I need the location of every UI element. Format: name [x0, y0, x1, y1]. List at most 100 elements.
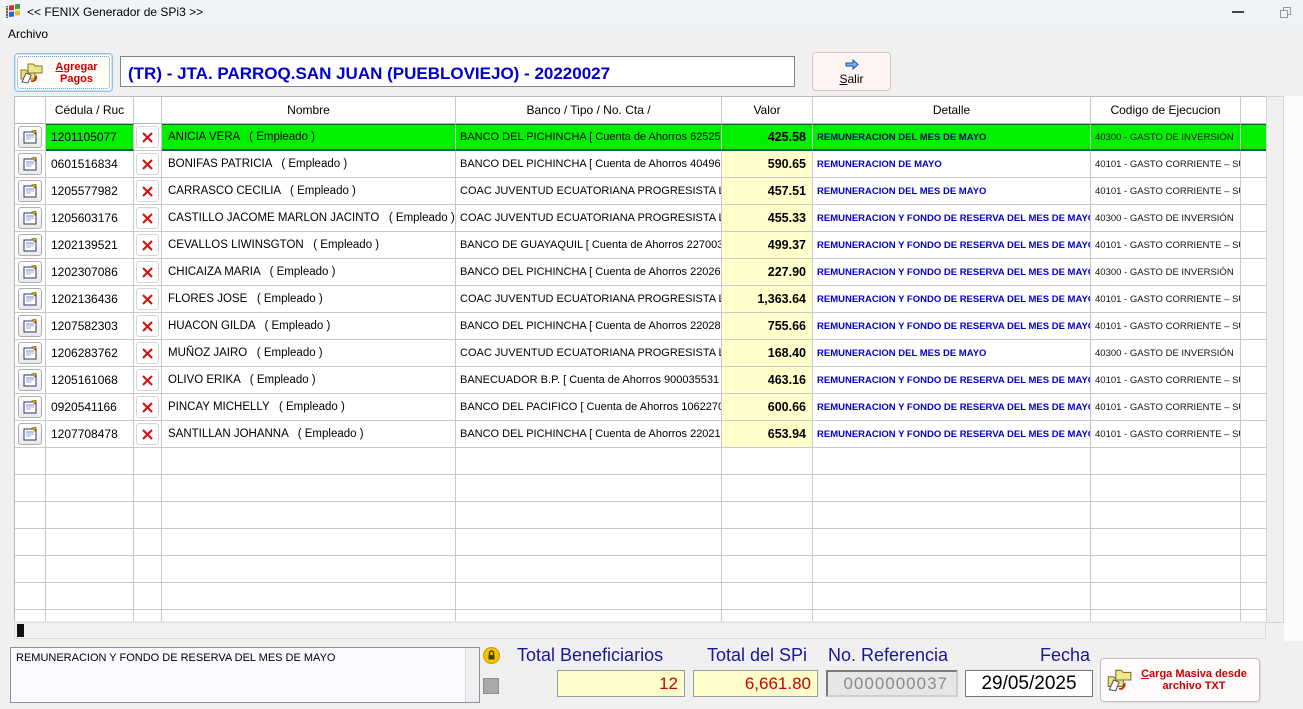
edit-row-button[interactable] [18, 153, 42, 175]
salir-button[interactable]: Salir [812, 52, 891, 91]
table-row[interactable]: 1206283762 MUÑOZ JAIRO ( Empleado ) COAC… [15, 340, 1266, 367]
agregar-pagos-label: AgregarPagos [44, 61, 109, 85]
cell-nombre: CARRASCO CECILIA ( Empleado ) [162, 178, 456, 205]
cell-detalle: REMUNERACION Y FONDO DE RESERVA DEL MES … [813, 421, 1091, 448]
header-nombre: Nombre [162, 97, 456, 124]
edit-row-button[interactable] [18, 126, 42, 148]
cell-codigo: 40101 - GASTO CORRIENTE – SUELDOS [1091, 178, 1241, 205]
cell-codigo: 40300 - GASTO DE INVERSIÓN [1091, 124, 1241, 151]
delete-row-button[interactable] [136, 423, 159, 445]
cell-detalle: REMUNERACION DEL MES DE MAYO [813, 124, 1091, 151]
cell-nombre: FLORES JOSE ( Empleado ) [162, 286, 456, 313]
carga-masiva-button[interactable]: Carga Masiva desdearchivo TXT [1100, 658, 1260, 702]
empty-table-row[interactable] [15, 448, 1266, 475]
cell-cedula: 1201105077 [46, 124, 134, 151]
gray-square-button[interactable] [483, 678, 499, 694]
edit-row-button[interactable] [18, 234, 42, 256]
table-row[interactable]: 0920541166 PINCAY MICHELLY ( Empleado ) … [15, 394, 1266, 421]
total-beneficiarios-field[interactable]: 12 [557, 670, 685, 697]
edit-row-button[interactable] [18, 342, 42, 364]
horizontal-scrollbar[interactable] [14, 622, 1266, 639]
cell-stub [1241, 205, 1266, 232]
cell-banco: BANCO DEL PACIFICO [ Cuenta de Ahorros 1… [456, 394, 722, 421]
empty-table-row[interactable] [15, 610, 1266, 621]
table-row[interactable]: 1205603176 CASTILLO JACOME MARLON JACINT… [15, 205, 1266, 232]
delete-row-button[interactable] [136, 315, 159, 337]
minimize-button[interactable] [1228, 7, 1248, 17]
entity-title-field[interactable] [120, 56, 795, 87]
edit-row-button[interactable] [18, 369, 42, 391]
total-spi-field[interactable]: 6,661.80 [693, 670, 818, 697]
delete-row-button[interactable] [136, 342, 159, 364]
delete-x-icon [141, 347, 154, 360]
cell-cedula: 1202307086 [46, 259, 134, 286]
edit-row-button[interactable] [18, 261, 42, 283]
table-row[interactable]: 1201105077 ANICIA VERA ( Empleado ) BANC… [15, 124, 1266, 151]
detalle-text: REMUNERACION Y FONDO DE RESERVA DEL MES … [16, 652, 335, 664]
table-row[interactable]: 1205577982 CARRASCO CECILIA ( Empleado )… [15, 178, 1266, 205]
cell-cedula: 1202136436 [46, 286, 134, 313]
edit-row-button[interactable] [18, 288, 42, 310]
menu-archivo[interactable]: Archivo [0, 24, 56, 44]
edit-row-button[interactable] [18, 396, 42, 418]
edit-row-button[interactable] [18, 207, 42, 229]
salir-label: Salir [839, 72, 863, 86]
cell-nombre: OLIVO ERIKA ( Empleado ) [162, 367, 456, 394]
horizontal-scrollbar-thumb[interactable] [17, 624, 24, 637]
delete-row-button[interactable] [136, 207, 159, 229]
edit-row-button[interactable] [18, 423, 42, 445]
empty-table-row[interactable] [15, 529, 1266, 556]
vertical-scrollbar[interactable] [1266, 96, 1284, 623]
cell-nombre: PINCAY MICHELLY ( Empleado ) [162, 394, 456, 421]
delete-x-icon [141, 428, 154, 441]
fecha-field[interactable]: 29/05/2025 [965, 670, 1093, 697]
cell-stub [1241, 286, 1266, 313]
lock-icon[interactable] [483, 647, 500, 664]
delete-row-button[interactable] [136, 369, 159, 391]
agregar-pagos-button[interactable]: AgregarPagos [14, 53, 113, 92]
delete-row-button[interactable] [136, 153, 159, 175]
cell-nombre: CASTILLO JACOME MARLON JACINTO ( Emplead… [162, 205, 456, 232]
header-detalle: Detalle [813, 97, 1091, 124]
delete-row-button[interactable] [136, 396, 159, 418]
table-row[interactable]: 1205161068 OLIVO ERIKA ( Empleado ) BANE… [15, 367, 1266, 394]
header-banco: Banco / Tipo / No. Cta / [456, 97, 722, 124]
delete-row-button[interactable] [136, 234, 159, 256]
edit-row-button[interactable] [18, 315, 42, 337]
empty-table-row[interactable] [15, 502, 1266, 529]
detalle-scrollbar[interactable] [465, 648, 479, 702]
detalle-textbox[interactable]: REMUNERACION Y FONDO DE RESERVA DEL MES … [10, 647, 480, 703]
app-logo-icon [5, 4, 21, 20]
delete-row-button[interactable] [136, 261, 159, 283]
table-row[interactable]: 1207582303 HUACON GILDA ( Empleado ) BAN… [15, 313, 1266, 340]
delete-row-button[interactable] [136, 180, 159, 202]
table-row[interactable]: 1202139521 CEVALLOS LIWINSGTON ( Emplead… [15, 232, 1266, 259]
cell-cedula: 1205603176 [46, 205, 134, 232]
table-row[interactable]: 1202136436 FLORES JOSE ( Empleado ) COAC… [15, 286, 1266, 313]
table-row[interactable]: 0601516834 BONIFAS PATRICIA ( Empleado )… [15, 151, 1266, 178]
cell-valor: 755.66 [722, 313, 813, 340]
cell-codigo: 40300 - GASTO DE INVERSIÓN [1091, 205, 1241, 232]
table-row[interactable]: 1202307086 CHICAIZA MARIA ( Empleado ) B… [15, 259, 1266, 286]
cell-codigo: 40300 - GASTO DE INVERSIÓN [1091, 259, 1241, 286]
cell-nombre: ANICIA VERA ( Empleado ) [162, 124, 456, 151]
cell-detalle: REMUNERACION DE MAYO [813, 151, 1091, 178]
add-payments-folders-icon [18, 61, 44, 85]
table-row[interactable]: 1207708478 SANTILLAN JOHANNA ( Empleado … [15, 421, 1266, 448]
cell-nombre: CHICAIZA MARIA ( Empleado ) [162, 259, 456, 286]
table-header-row: Cédula / Ruc Nombre Banco / Tipo / No. C… [15, 97, 1266, 124]
delete-row-button[interactable] [136, 288, 159, 310]
referencia-field: 0000000037 [826, 670, 958, 697]
cell-banco: COAC JUVENTUD ECUATORIANA PROGRESISTA LT… [456, 286, 722, 313]
header-cedula: Cédula / Ruc [46, 97, 134, 124]
empty-table-row[interactable] [15, 475, 1266, 502]
edit-form-icon [23, 238, 37, 252]
delete-x-icon [141, 320, 154, 333]
edit-row-button[interactable] [18, 180, 42, 202]
empty-table-row[interactable] [15, 556, 1266, 583]
restore-button[interactable] [1278, 5, 1293, 20]
empty-table-row[interactable] [15, 583, 1266, 610]
edit-form-icon [23, 400, 37, 414]
cell-detalle: REMUNERACION Y FONDO DE RESERVA DEL MES … [813, 259, 1091, 286]
delete-row-button[interactable] [136, 126, 159, 148]
